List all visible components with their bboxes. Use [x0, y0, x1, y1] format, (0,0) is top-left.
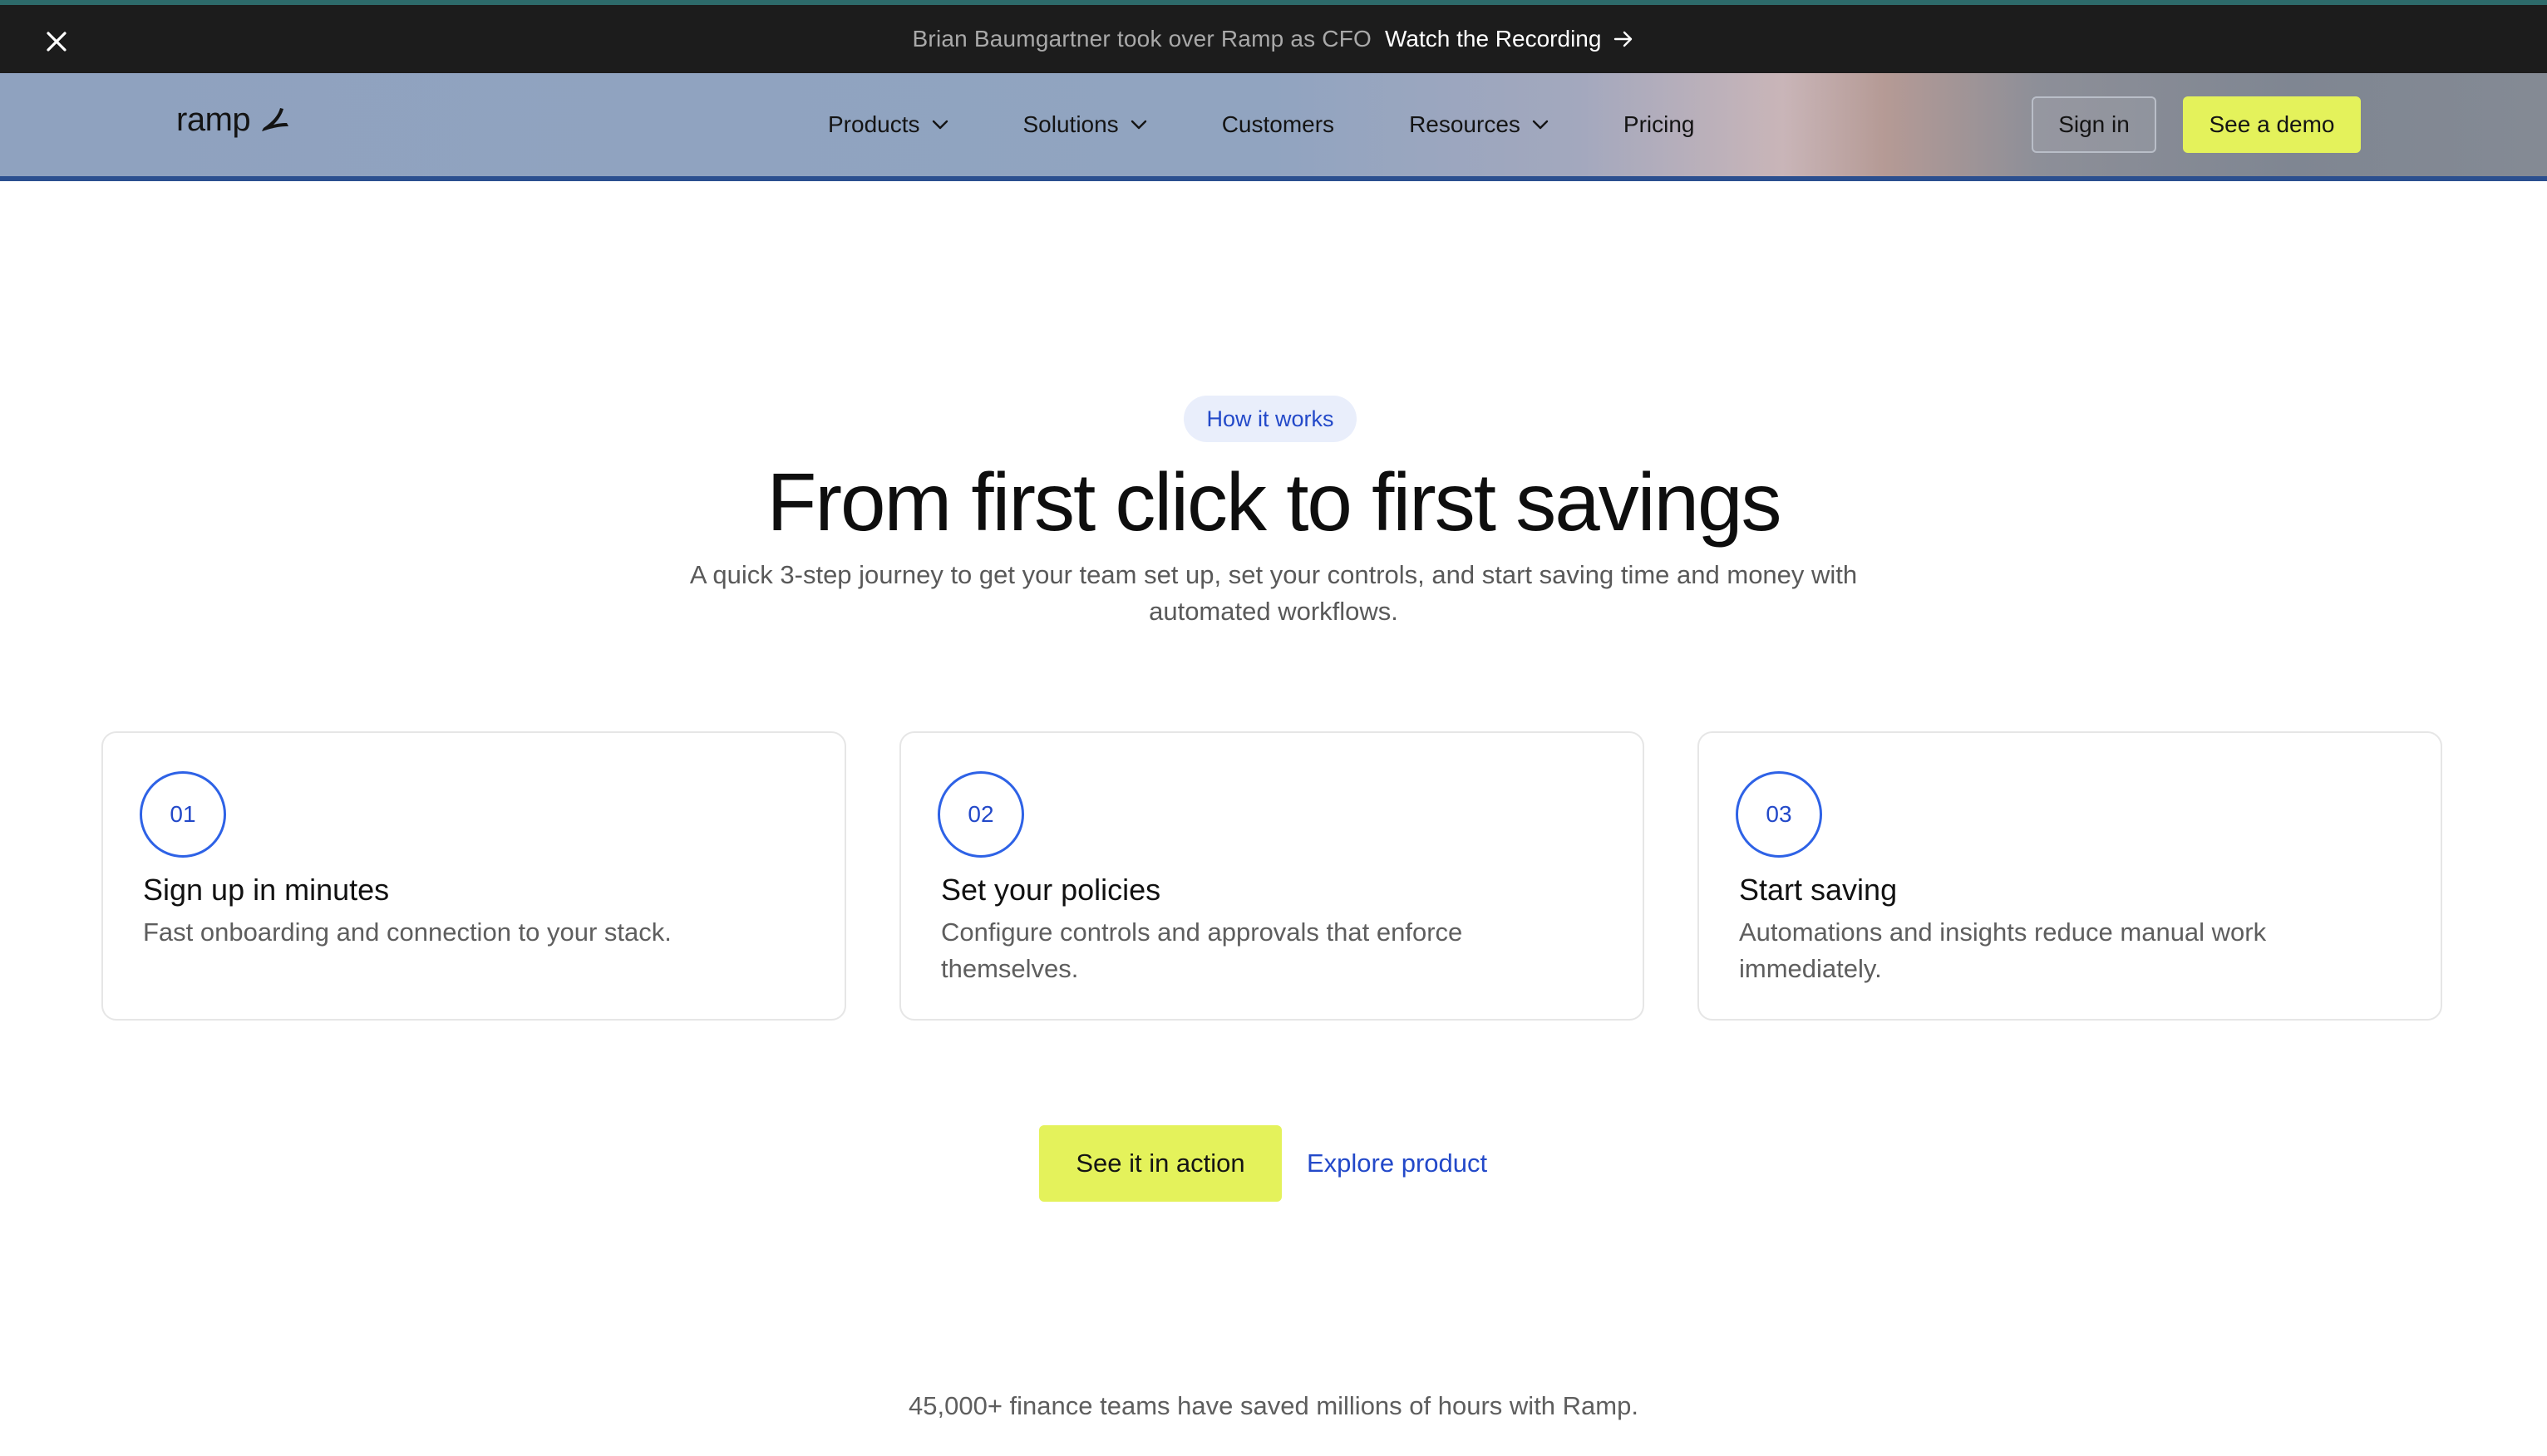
chevron-down-icon [1131, 120, 1146, 130]
announcement-message: Brian Baumgartner took over Ramp as CFO [912, 26, 1372, 52]
close-icon[interactable] [38, 23, 75, 60]
sign-in-button[interactable]: Sign in [2032, 96, 2156, 153]
arrow-right-icon [1614, 31, 1633, 47]
chevron-down-icon [932, 120, 948, 130]
step-number-badge: 02 [938, 771, 1024, 858]
top-navigation: ramp Products Solutions Customers Resour… [0, 73, 2547, 181]
nav-item-label: Products [828, 111, 920, 137]
nav-item-label: Resources [1409, 111, 1520, 137]
watch-recording-link[interactable]: Watch the Recording [1385, 26, 1634, 52]
explore-product-link[interactable]: Explore product [1307, 1125, 1487, 1202]
step-title: Sign up in minutes [143, 873, 390, 907]
step-description: Automations and insights reduce manual w… [1739, 917, 2267, 983]
step-title: Set your policies [941, 873, 1161, 907]
how-it-works-badge: How it works [1184, 396, 1357, 442]
nav-item-products[interactable]: Products [828, 111, 948, 138]
step-description: Configure controls and approvals that en… [941, 917, 1463, 983]
see-it-in-action-button[interactable]: See it in action [1039, 1125, 1282, 1202]
nav-item-label: Solutions [1022, 111, 1119, 137]
step-card-1: 01 Sign up in minutes Fast onboarding an… [101, 731, 846, 1021]
step-card-2: 02 Set your policies Configure controls … [899, 731, 1644, 1021]
nav-menu: Products Solutions Customers Resources P… [828, 73, 1770, 176]
step-number-badge: 01 [140, 771, 226, 858]
nav-item-pricing[interactable]: Pricing [1623, 111, 1695, 138]
chevron-down-icon [1532, 120, 1549, 130]
ramp-logo[interactable]: ramp [176, 101, 292, 139]
nav-item-resources[interactable]: Resources [1409, 111, 1549, 138]
nav-item-label: Pricing [1623, 111, 1695, 137]
see-demo-button[interactable]: See a demo [2183, 96, 2361, 153]
announcement-bar: Brian Baumgartner took over Ramp as CFO … [0, 0, 2547, 73]
page-title: From first click to first savings [766, 456, 1781, 548]
social-proof-text: 45,000+ finance teams have saved million… [909, 1391, 1638, 1420]
page-subtitle: A quick 3-step journey to get your team … [689, 560, 1858, 626]
step-description: Fast onboarding and connection to your s… [143, 917, 672, 947]
ramp-logo-icon [262, 107, 289, 131]
nav-item-label: Customers [1221, 111, 1335, 137]
step-card-3: 03 Start saving Automations and insights… [1697, 731, 2442, 1021]
nav-item-solutions[interactable]: Solutions [1023, 111, 1147, 138]
step-title: Start saving [1739, 873, 1898, 907]
nav-item-customers[interactable]: Customers [1222, 111, 1334, 138]
logo-text: ramp [176, 101, 251, 138]
step-number-badge: 03 [1736, 771, 1822, 858]
watch-recording-label: Watch the Recording [1385, 26, 1602, 52]
